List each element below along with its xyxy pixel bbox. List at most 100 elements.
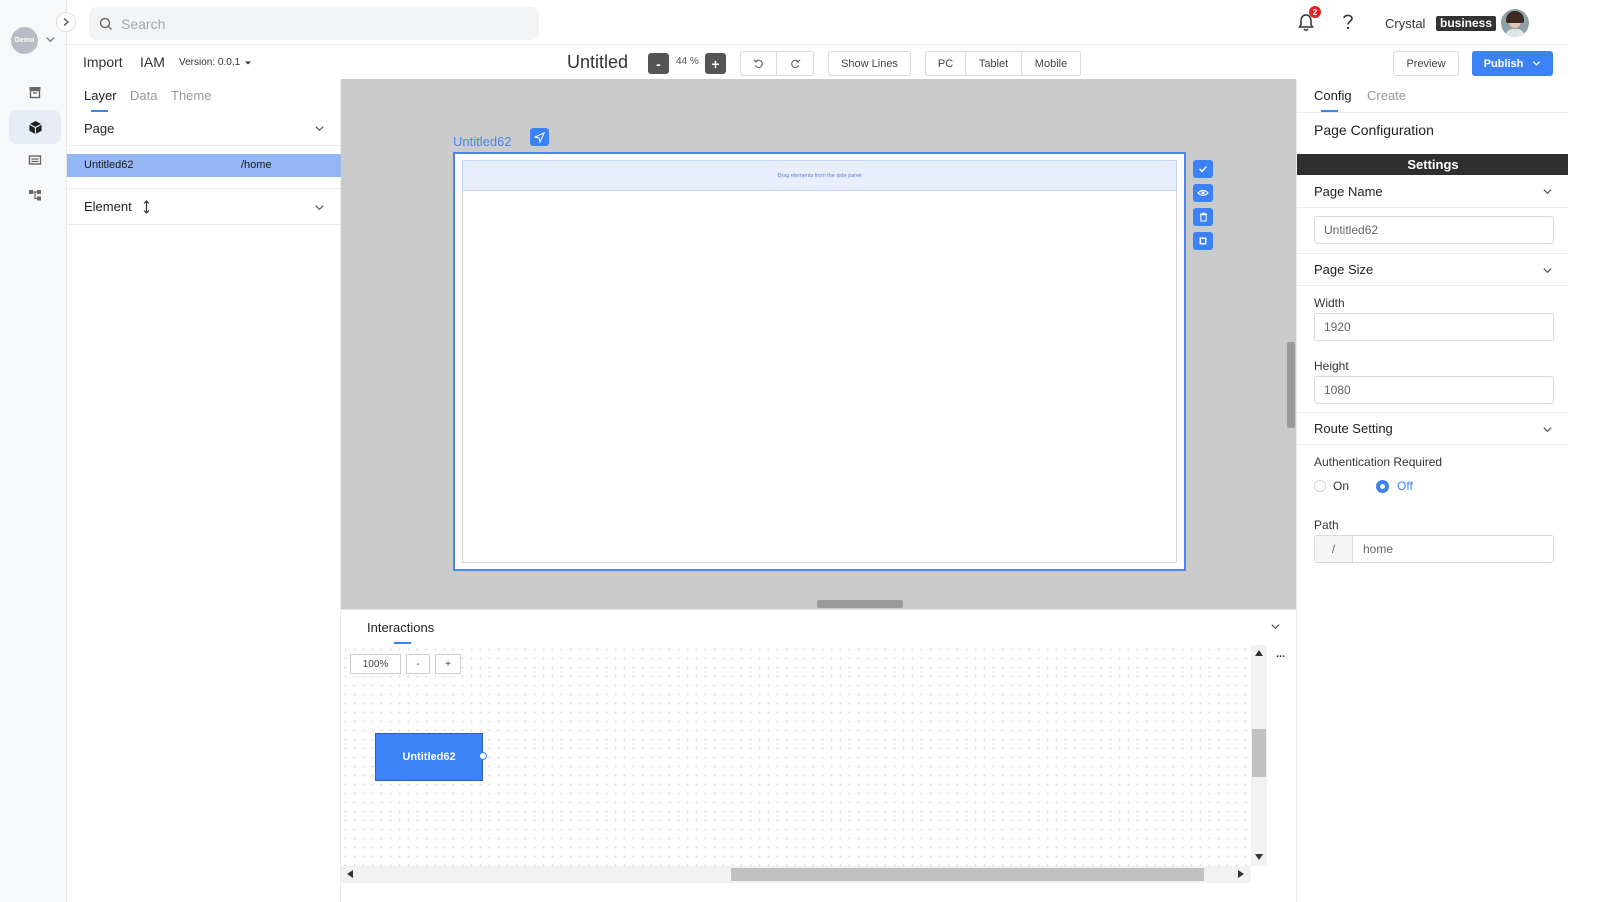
page-section-title: Page [84, 121, 115, 136]
more-options-button[interactable]: ... [1276, 648, 1285, 660]
question-icon [1343, 14, 1353, 30]
element-section-title: Element [84, 199, 132, 214]
drop-zone[interactable]: Drag elements from the side panel [462, 160, 1177, 191]
chevron-down-icon [1533, 61, 1541, 66]
flow-node-connector[interactable] [479, 752, 487, 760]
device-pc-button[interactable]: PC [925, 51, 966, 76]
publish-label: Publish [1483, 57, 1524, 70]
redo-button[interactable] [776, 51, 814, 76]
element-section-header[interactable]: Element [67, 188, 341, 225]
device-tablet-button[interactable]: Tablet [965, 51, 1022, 76]
tab-config[interactable]: Config [1314, 88, 1352, 103]
auth-on-label: On [1333, 479, 1350, 493]
flow-nav-button[interactable] [9, 178, 61, 212]
device-tablet-label: Tablet [978, 57, 1009, 70]
config-panel: Config Create Page Configuration Setting… [1296, 79, 1569, 902]
zoom-in-label: + [711, 55, 720, 72]
visibility-button[interactable] [1193, 184, 1213, 202]
route-setting-section-header[interactable]: Route Setting [1297, 412, 1569, 445]
flow-vertical-scrollbar[interactable] [1251, 645, 1267, 866]
page-name-section-header[interactable]: Page Name [1297, 175, 1569, 208]
help-button[interactable] [1338, 11, 1360, 33]
user-avatar[interactable] [1501, 9, 1529, 37]
collapse-chevron-icon[interactable] [1270, 621, 1281, 632]
auth-on-radio[interactable]: On [1314, 479, 1349, 493]
zoom-out-button[interactable]: - [648, 53, 669, 74]
menu-iam[interactable]: IAM [140, 54, 165, 70]
flow-node-label: Untitled62 [402, 751, 456, 763]
window-edge [1568, 0, 1600, 902]
settings-bar-label: Settings [1407, 157, 1459, 172]
workspace-avatar[interactable]: Demo [11, 27, 38, 54]
page-section-header[interactable]: Page [67, 112, 341, 146]
search-input[interactable] [121, 15, 521, 32]
show-lines-button[interactable]: Show Lines [828, 51, 911, 76]
artboard-frame[interactable]: Drag elements from the side panel [453, 152, 1186, 571]
tab-data[interactable]: Data [130, 88, 157, 103]
tabs-divider [1297, 112, 1569, 113]
archive-nav-button[interactable] [9, 75, 61, 109]
flow-tree-icon [29, 190, 41, 201]
archive-icon [29, 87, 41, 99]
files-nav-button[interactable] [9, 143, 61, 177]
show-lines-label: Show Lines [841, 57, 898, 70]
flow-vertical-scrollbar-thumb[interactable] [1252, 729, 1266, 777]
version-dropdown[interactable]: Version: 0.0.1 [179, 57, 252, 68]
radio-checked-icon [1376, 479, 1389, 493]
workspace-chevron-icon[interactable] [45, 34, 56, 45]
height-label: Height [1314, 359, 1349, 373]
page-size-section-header[interactable]: Page Size [1297, 253, 1569, 286]
tab-layer[interactable]: Layer [84, 88, 117, 103]
trash-icon [1199, 212, 1207, 222]
settings-bar: Settings [1297, 154, 1569, 175]
flow-zoom-value[interactable]: 100% [350, 654, 401, 674]
width-input[interactable]: 1920 [1314, 313, 1554, 341]
design-canvas[interactable]: Untitled62 Drag elements from the side p… [341, 79, 1296, 609]
tab-theme[interactable]: Theme [171, 88, 211, 103]
layer-panel: Layer Data Theme Page Untitled62 /home E… [67, 79, 341, 902]
search-box[interactable] [89, 7, 539, 40]
chevron-down-icon [1543, 189, 1552, 195]
publish-button[interactable]: Publish [1472, 51, 1553, 76]
notification-count-badge: 2 [1309, 6, 1321, 18]
delete-button[interactable] [1193, 208, 1213, 226]
preview-label: Preview [1406, 57, 1446, 70]
menu-import[interactable]: Import [83, 54, 123, 70]
flow-zoom-in-button[interactable]: + [435, 654, 461, 674]
auth-off-radio[interactable]: Off [1376, 479, 1413, 493]
page-name-section-title: Page Name [1314, 183, 1383, 199]
canvas-vertical-scrollbar-thumb[interactable] [1287, 342, 1295, 428]
path-label: Path [1314, 518, 1339, 532]
page-name-input[interactable]: Untitled62 [1314, 216, 1554, 244]
device-mobile-button[interactable]: Mobile [1021, 51, 1081, 76]
flow-node[interactable]: Untitled62 [375, 733, 483, 781]
preview-button[interactable]: Preview [1393, 51, 1459, 76]
notifications-button[interactable]: 2 [1297, 6, 1321, 33]
path-input-group[interactable]: / home [1314, 535, 1554, 563]
flow-horizontal-scrollbar[interactable] [341, 866, 1251, 883]
flow-zoom-out-button[interactable]: - [406, 654, 430, 674]
flow-horizontal-scrollbar-thumb[interactable] [731, 868, 1204, 881]
confirm-button[interactable] [1193, 160, 1213, 178]
copy-button[interactable] [1193, 232, 1213, 250]
workspace-avatar-label: Demo [14, 37, 35, 44]
artboard-navigate-button[interactable] [530, 128, 549, 146]
caret-down-icon [245, 61, 252, 64]
chevron-down-icon [1543, 268, 1552, 274]
undo-button[interactable] [740, 51, 777, 76]
panel-resize-handle[interactable] [817, 600, 903, 608]
tab-create[interactable]: Create [1367, 88, 1406, 103]
interactions-grid[interactable]: Untitled62 [341, 645, 1251, 877]
folder-stack-icon [28, 155, 42, 165]
version-label: Version: 0.0.1 [179, 57, 241, 68]
document-title[interactable]: Untitled [567, 52, 628, 73]
artboard-label[interactable]: Untitled62 [453, 134, 512, 149]
expand-rail-button[interactable] [56, 12, 76, 32]
components-nav-button[interactable] [9, 110, 61, 144]
flow-zoom-in-label: + [445, 658, 451, 670]
route-setting-section-title: Route Setting [1314, 421, 1393, 436]
height-input[interactable]: 1080 [1314, 376, 1554, 404]
page-row-selected[interactable]: Untitled62 /home [67, 154, 341, 177]
width-label: Width [1314, 296, 1345, 310]
zoom-in-button[interactable]: + [705, 53, 726, 74]
